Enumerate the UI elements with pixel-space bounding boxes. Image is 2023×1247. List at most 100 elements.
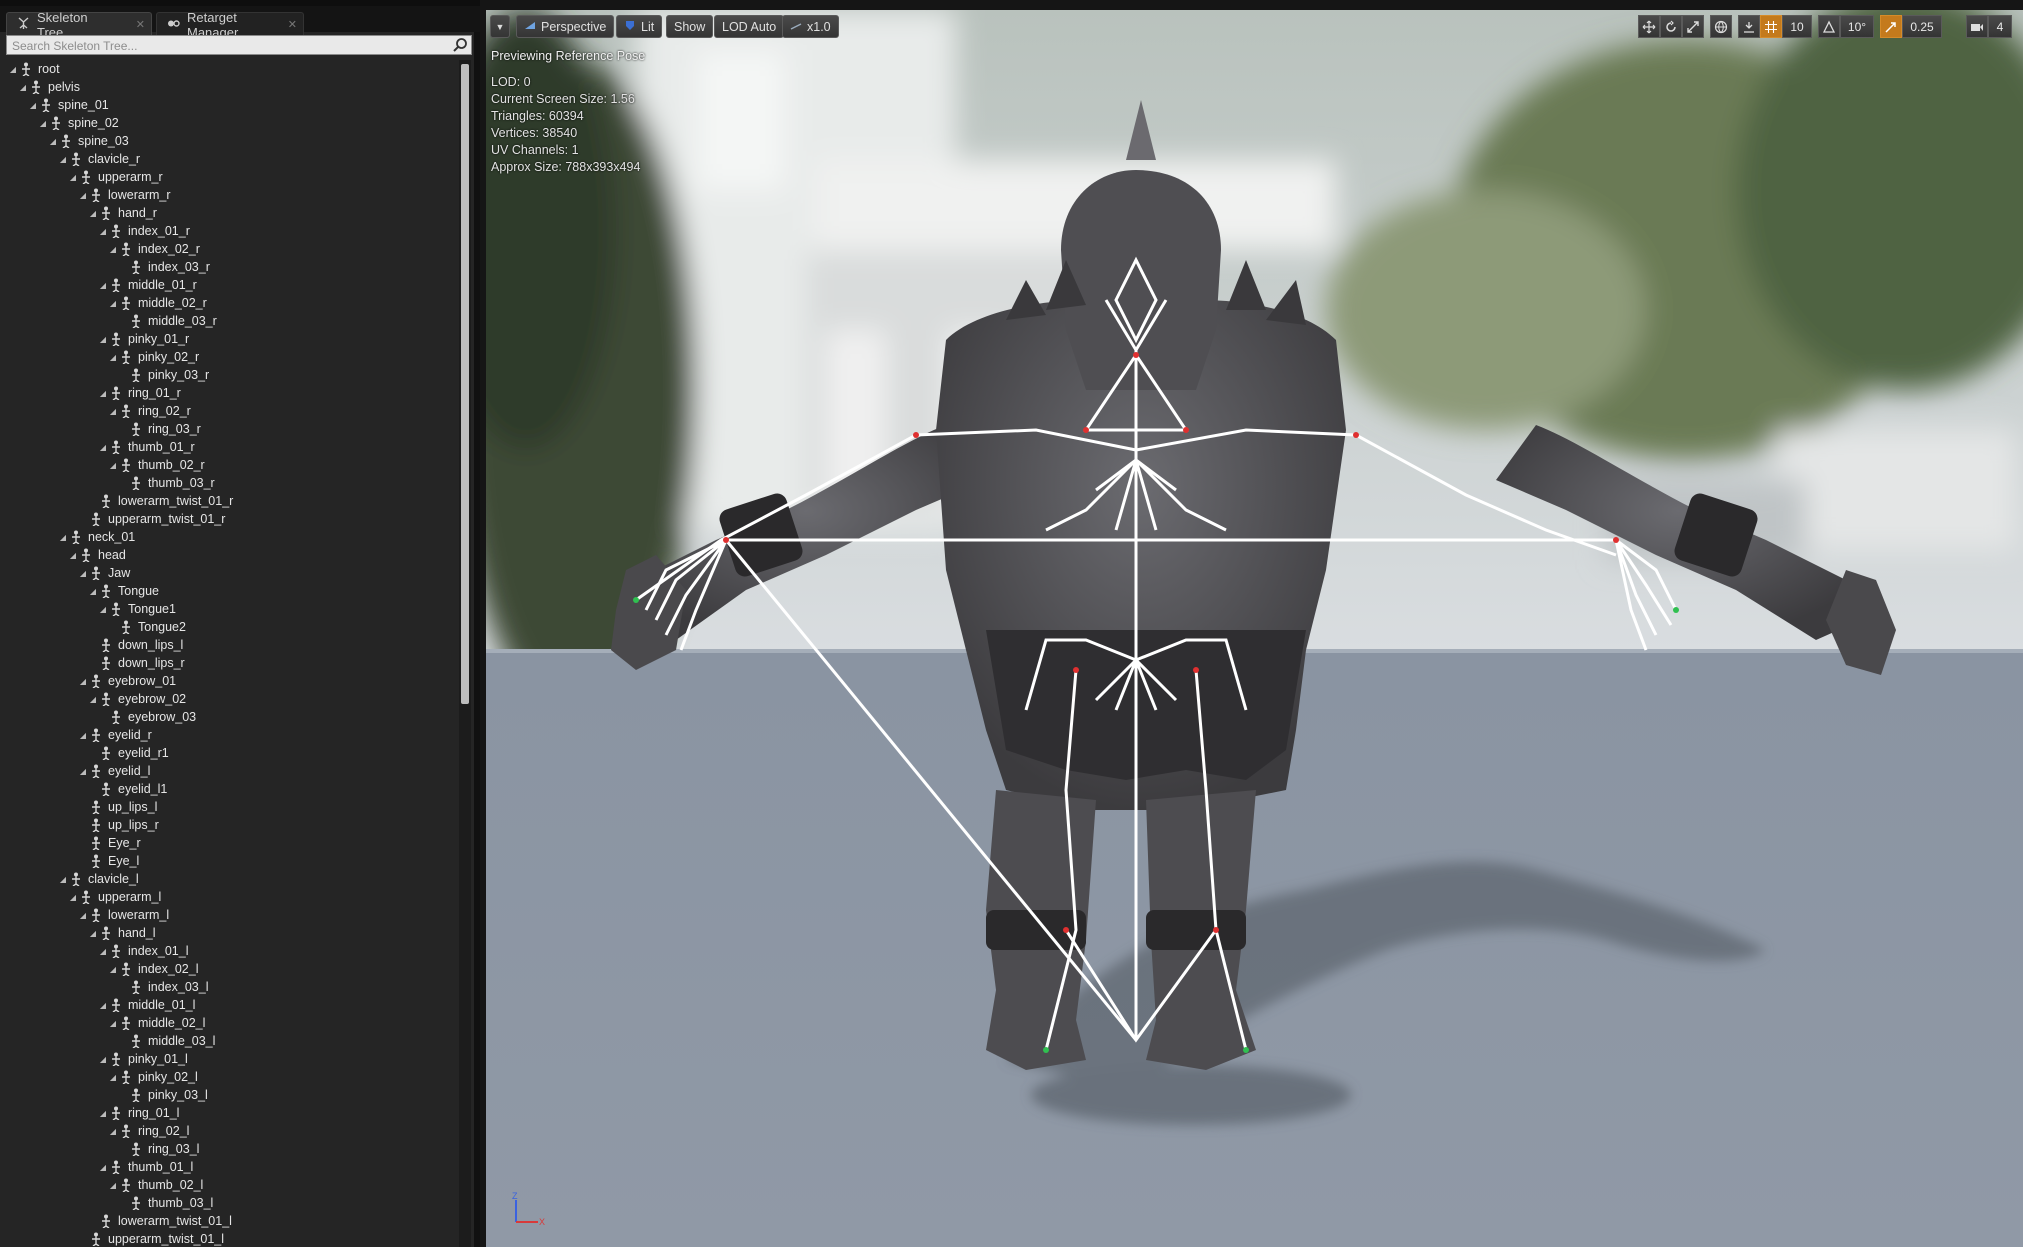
tab-retarget-manager[interactable]: Retarget Manager ✕ xyxy=(156,10,304,40)
tree-row[interactable]: down_lips_r xyxy=(88,654,185,672)
lit-button[interactable]: Lit xyxy=(616,15,663,38)
expand-arrow-icon[interactable]: ◢ xyxy=(98,227,108,236)
expand-arrow-icon[interactable]: ◢ xyxy=(78,677,88,686)
expand-arrow-icon[interactable]: ◢ xyxy=(78,191,88,200)
tree-row[interactable]: ◢ spine_01 xyxy=(28,96,109,114)
tree-row[interactable]: ◢ pinky_01_l xyxy=(98,1050,188,1068)
rotate-snap-value[interactable]: 10° xyxy=(1840,15,1874,38)
tree-row[interactable]: ◢ spine_02 xyxy=(38,114,119,132)
expand-arrow-icon[interactable]: ◢ xyxy=(68,551,78,560)
tree-row[interactable]: up_lips_r xyxy=(78,816,159,834)
tree-row[interactable]: ◢ Tongue xyxy=(88,582,159,600)
tree-row[interactable]: lowerarm_twist_01_l xyxy=(88,1212,232,1230)
lod-button[interactable]: LOD Auto xyxy=(714,15,785,38)
expand-arrow-icon[interactable]: ◢ xyxy=(78,569,88,578)
tree-row[interactable]: ◢ ring_01_r xyxy=(98,384,181,402)
tree-row[interactable]: Tongue2 xyxy=(108,618,186,636)
tree-row[interactable]: ◢ eyebrow_02 xyxy=(88,690,186,708)
tree-row[interactable]: ◢ eyebrow_01 xyxy=(78,672,176,690)
tree-row[interactable]: ◢ thumb_02_l xyxy=(108,1176,203,1194)
tree-row[interactable]: index_03_r xyxy=(118,258,210,276)
tree-row[interactable]: ◢ index_01_l xyxy=(98,942,188,960)
expand-arrow-icon[interactable]: ◢ xyxy=(88,209,98,218)
tree-row[interactable]: thumb_03_l xyxy=(118,1194,213,1212)
expand-arrow-icon[interactable]: ◢ xyxy=(108,965,118,974)
expand-arrow-icon[interactable]: ◢ xyxy=(78,731,88,740)
tree-row[interactable]: up_lips_l xyxy=(78,798,157,816)
scale-tool-icon[interactable] xyxy=(1682,15,1704,38)
tree-row[interactable]: ◢ thumb_01_l xyxy=(98,1158,193,1176)
search-icon[interactable] xyxy=(452,37,468,53)
tree-row[interactable]: ◢ ring_02_l xyxy=(108,1122,189,1140)
expand-arrow-icon[interactable]: ◢ xyxy=(88,695,98,704)
expand-arrow-icon[interactable]: ◢ xyxy=(58,155,68,164)
expand-arrow-icon[interactable]: ◢ xyxy=(98,281,108,290)
tree-row[interactable]: ◢ thumb_01_r xyxy=(98,438,195,456)
expand-arrow-icon[interactable]: ◢ xyxy=(98,335,108,344)
viewport-options-dropdown[interactable]: ▼ xyxy=(490,15,510,38)
expand-arrow-icon[interactable]: ◢ xyxy=(98,1163,108,1172)
tree-row[interactable]: ◢ index_01_r xyxy=(98,222,190,240)
tree-row[interactable]: upperarm_twist_01_r xyxy=(78,510,225,528)
show-button[interactable]: Show xyxy=(666,15,714,38)
tree-row[interactable]: ◢ middle_01_l xyxy=(98,996,195,1014)
expand-arrow-icon[interactable]: ◢ xyxy=(98,1055,108,1064)
tree-row[interactable]: ◢ middle_02_l xyxy=(108,1014,205,1032)
tree-row[interactable]: ◢ pinky_02_r xyxy=(108,348,199,366)
tree-row[interactable]: lowerarm_twist_01_r xyxy=(88,492,233,510)
tree-row[interactable]: index_03_l xyxy=(118,978,208,996)
search-input[interactable]: Search Skeleton Tree... xyxy=(6,35,472,55)
tree-row[interactable]: ◢ pinky_01_r xyxy=(98,330,189,348)
tab-skeleton-tree[interactable]: Skeleton Tree ✕ xyxy=(6,10,152,40)
tree-row[interactable]: ◢ index_02_r xyxy=(108,240,200,258)
expand-arrow-icon[interactable]: ◢ xyxy=(78,911,88,920)
expand-arrow-icon[interactable]: ◢ xyxy=(28,101,38,110)
expand-arrow-icon[interactable]: ◢ xyxy=(98,443,108,452)
expand-arrow-icon[interactable]: ◢ xyxy=(88,587,98,596)
scale-snap-toggle-icon[interactable] xyxy=(1880,15,1902,38)
expand-arrow-icon[interactable]: ◢ xyxy=(98,947,108,956)
expand-arrow-icon[interactable]: ◢ xyxy=(98,389,108,398)
tree-row[interactable]: eyebrow_03 xyxy=(98,708,196,726)
tree-row[interactable]: down_lips_l xyxy=(88,636,183,654)
scale-snap-value[interactable]: 0.25 xyxy=(1902,15,1942,38)
tree-row[interactable]: pinky_03_r xyxy=(118,366,209,384)
rotate-tool-icon[interactable] xyxy=(1660,15,1682,38)
tree-row[interactable]: ◢ lowerarm_r xyxy=(78,186,171,204)
tree-row[interactable]: middle_03_r xyxy=(118,312,217,330)
expand-arrow-icon[interactable]: ◢ xyxy=(108,1019,118,1028)
playback-speed-button[interactable]: x1.0 xyxy=(782,15,839,38)
expand-arrow-icon[interactable]: ◢ xyxy=(98,1001,108,1010)
grid-snap-value[interactable]: 10 xyxy=(1782,15,1812,38)
surface-snap-icon[interactable] xyxy=(1738,15,1760,38)
tree-row[interactable]: ◢ eyelid_r xyxy=(78,726,152,744)
expand-arrow-icon[interactable]: ◢ xyxy=(68,173,78,182)
tree-row[interactable]: ◢ hand_r xyxy=(88,204,157,222)
translate-tool-icon[interactable] xyxy=(1638,15,1660,38)
perspective-button[interactable]: Perspective xyxy=(516,15,615,38)
expand-arrow-icon[interactable]: ◢ xyxy=(108,353,118,362)
expand-arrow-icon[interactable]: ◢ xyxy=(108,407,118,416)
tree-row[interactable]: ◢ hand_l xyxy=(88,924,156,942)
expand-arrow-icon[interactable]: ◢ xyxy=(108,461,118,470)
close-icon[interactable]: ✕ xyxy=(288,18,297,31)
tree-row[interactable]: ◢ ring_01_l xyxy=(98,1104,179,1122)
tree-row[interactable]: ◢ middle_01_r xyxy=(98,276,197,294)
tree-row[interactable]: thumb_03_r xyxy=(118,474,215,492)
tree-row[interactable]: ◢ head xyxy=(68,546,126,564)
tree-row[interactable]: ◢ eyelid_l xyxy=(78,762,150,780)
tree-row[interactable]: ◢ Jaw xyxy=(78,564,130,582)
expand-arrow-icon[interactable]: ◢ xyxy=(78,767,88,776)
expand-arrow-icon[interactable]: ◢ xyxy=(98,605,108,614)
tree-row[interactable]: eyelid_l1 xyxy=(88,780,167,798)
tree-row[interactable]: ◢ middle_02_r xyxy=(108,294,207,312)
tree-row[interactable]: ◢ pinky_02_l xyxy=(108,1068,198,1086)
tree-row[interactable]: eyelid_r1 xyxy=(88,744,169,762)
tree-row[interactable]: middle_03_l xyxy=(118,1032,215,1050)
expand-arrow-icon[interactable]: ◢ xyxy=(108,1073,118,1082)
expand-arrow-icon[interactable]: ◢ xyxy=(58,533,68,542)
tree-row[interactable]: ◢ thumb_02_r xyxy=(108,456,205,474)
expand-arrow-icon[interactable]: ◢ xyxy=(38,119,48,128)
expand-arrow-icon[interactable]: ◢ xyxy=(68,893,78,902)
tree-row[interactable]: ◢ pelvis xyxy=(18,78,80,96)
